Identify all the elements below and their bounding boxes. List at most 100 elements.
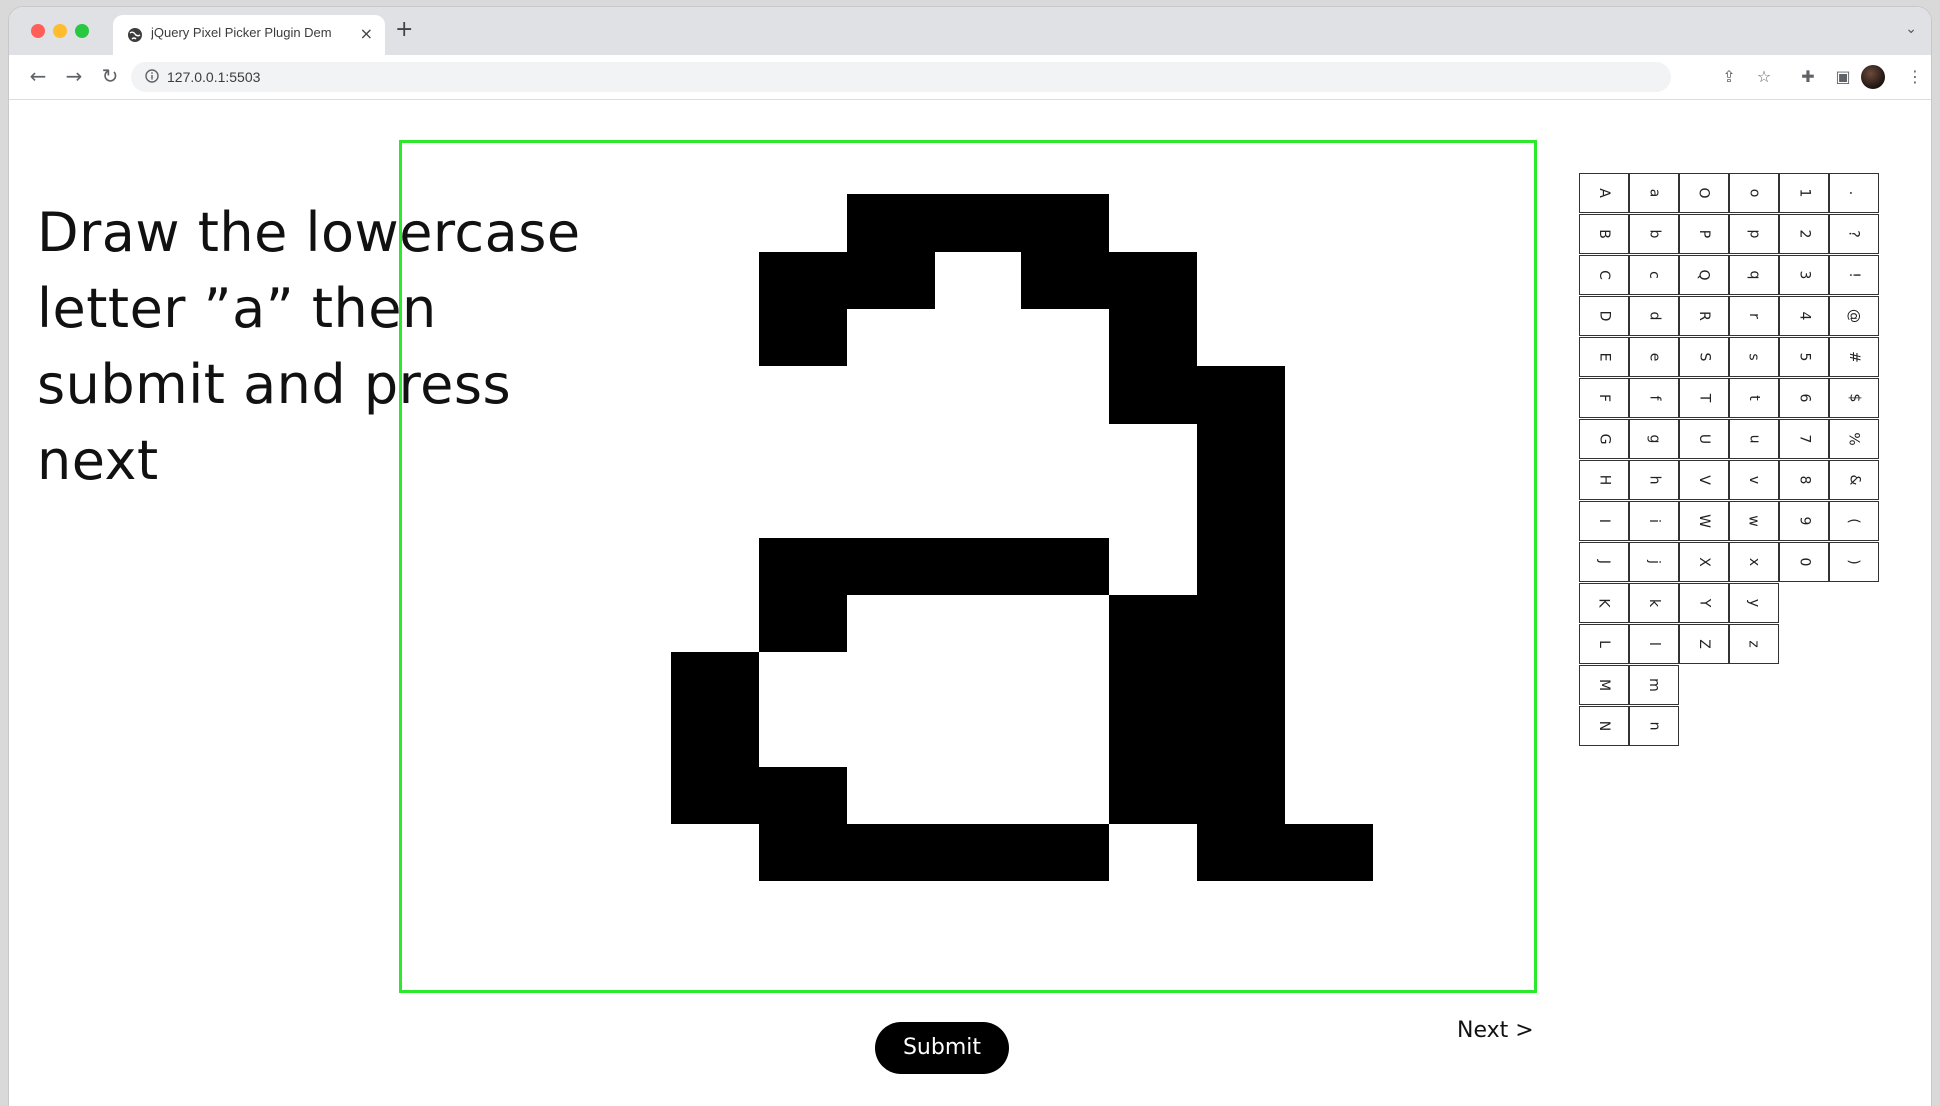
glyph-cell: K	[1579, 583, 1629, 623]
more-menu-icon[interactable]: ⋮	[1903, 65, 1927, 89]
browser-tab[interactable]: jQuery Pixel Picker Plugin Dem ×	[113, 15, 385, 55]
glyph-cell: J	[1579, 542, 1629, 582]
glyph-label: $	[1845, 393, 1862, 403]
glyph-cell: b	[1629, 214, 1679, 254]
chevron-down-icon[interactable]: ⌄	[1905, 21, 1917, 37]
filled-pixel[interactable]	[671, 710, 759, 767]
glyph-label: o	[1745, 188, 1762, 198]
filled-pixel[interactable]	[1197, 824, 1373, 881]
minimize-window-button[interactable]	[53, 24, 67, 38]
filled-pixel[interactable]	[759, 824, 1109, 881]
glyph-cell: n	[1629, 706, 1679, 746]
close-tab-icon[interactable]: ×	[360, 24, 373, 43]
filled-pixel[interactable]	[1109, 652, 1285, 710]
glyph-label: K	[1596, 598, 1612, 608]
glyph-cell: l	[1629, 624, 1679, 664]
glyph-cell: ?	[1829, 214, 1879, 254]
globe-icon	[128, 28, 142, 42]
page-content: Draw the lowercase letter ”a” then submi…	[9, 100, 1931, 1106]
info-icon[interactable]	[145, 69, 159, 83]
glyph-label: Z	[1696, 639, 1712, 649]
glyph-cell: o	[1729, 173, 1779, 213]
filled-pixel[interactable]	[1197, 424, 1285, 481]
glyph-cell: $	[1829, 378, 1879, 418]
glyph-label: U	[1696, 433, 1712, 445]
glyph-label: S	[1695, 352, 1712, 362]
filled-pixel[interactable]	[1109, 252, 1197, 309]
filled-pixel[interactable]	[847, 194, 1109, 252]
maximize-window-button[interactable]	[75, 24, 89, 38]
glyph-cell: #	[1829, 337, 1879, 377]
glyph-label: 9	[1795, 516, 1812, 526]
forward-arrow-icon[interactable]: →	[63, 65, 85, 87]
glyph-cell: C	[1579, 255, 1629, 295]
glyph-cell: Z	[1679, 624, 1729, 664]
address-bar[interactable]: 127.0.0.1:5503	[131, 62, 1671, 92]
profile-avatar[interactable]	[1861, 65, 1885, 89]
filled-pixel[interactable]	[1109, 767, 1285, 824]
glyph-label: 3	[1795, 270, 1812, 280]
glyph-label: F	[1596, 393, 1612, 403]
glyph-cell: j	[1629, 542, 1679, 582]
filled-pixel[interactable]	[759, 595, 847, 652]
glyph-label: #	[1845, 351, 1862, 363]
bookmark-star-icon[interactable]: ☆	[1752, 65, 1776, 89]
glyph-label: W	[1696, 514, 1712, 528]
glyph-label: a	[1646, 188, 1662, 198]
glyph-cell: r	[1729, 296, 1779, 336]
filled-pixel[interactable]	[1021, 252, 1109, 309]
glyph-cell: %	[1829, 419, 1879, 459]
glyph-label: c	[1645, 271, 1662, 279]
filled-pixel[interactable]	[1109, 595, 1285, 652]
filled-pixel[interactable]	[759, 309, 847, 366]
filled-pixel[interactable]	[1109, 710, 1285, 767]
filled-pixel[interactable]	[1109, 366, 1285, 424]
glyph-label: O	[1696, 187, 1712, 199]
next-link[interactable]: Next >	[1457, 1018, 1534, 1043]
extensions-puzzle-icon[interactable]: ✚	[1796, 65, 1820, 89]
glyph-cell: W	[1679, 501, 1729, 541]
glyph-label: (	[1846, 518, 1862, 524]
filled-pixel[interactable]	[759, 252, 847, 309]
glyph-cell: z	[1729, 624, 1779, 664]
glyph-label: v	[1745, 475, 1762, 485]
glyph-label: w	[1745, 515, 1762, 527]
glyph-label: s	[1745, 353, 1762, 361]
filled-pixel[interactable]	[671, 767, 847, 824]
browser-window: jQuery Pixel Picker Plugin Dem × + ⌄ ← →…	[9, 7, 1931, 1106]
filled-pixel[interactable]	[847, 252, 935, 309]
back-arrow-icon[interactable]: ←	[27, 65, 49, 87]
glyph-cell: O	[1679, 173, 1729, 213]
filled-pixel[interactable]	[671, 652, 759, 710]
filled-pixel[interactable]	[759, 538, 1109, 595]
new-tab-button[interactable]: +	[395, 19, 413, 41]
glyph-label: u	[1746, 434, 1762, 444]
glyph-cell: p	[1729, 214, 1779, 254]
glyph-cell: i	[1629, 501, 1679, 541]
glyph-label: 6	[1795, 393, 1812, 403]
filled-pixel[interactable]	[1197, 538, 1285, 595]
glyph-label: R	[1695, 311, 1712, 321]
glyph-cell: w	[1729, 501, 1779, 541]
submit-button[interactable]: Submit	[875, 1022, 1009, 1074]
glyph-label: d	[1645, 311, 1662, 321]
glyph-label: b	[1645, 229, 1662, 239]
glyph-cell: f	[1629, 378, 1679, 418]
glyph-label: V	[1695, 475, 1712, 485]
glyph-cell: U	[1679, 419, 1729, 459]
close-window-button[interactable]	[31, 24, 45, 38]
glyph-cell: s	[1729, 337, 1779, 377]
glyph-label: @	[1846, 309, 1862, 323]
glyph-cell: T	[1679, 378, 1729, 418]
glyph-label: k	[1645, 598, 1662, 608]
glyph-cell: I	[1579, 501, 1629, 541]
glyph-label: 1	[1795, 188, 1812, 198]
side-panel-icon[interactable]: ▣	[1831, 65, 1855, 89]
glyph-cell: v	[1729, 460, 1779, 500]
share-icon[interactable]: ⇪	[1717, 65, 1741, 89]
filled-pixel[interactable]	[1109, 309, 1197, 366]
reload-icon[interactable]: ↻	[99, 65, 121, 87]
filled-pixel[interactable]	[1197, 481, 1285, 538]
instruction-text: Draw the lowercase letter ”a” then submi…	[37, 201, 581, 492]
glyph-cell: 2	[1779, 214, 1829, 254]
